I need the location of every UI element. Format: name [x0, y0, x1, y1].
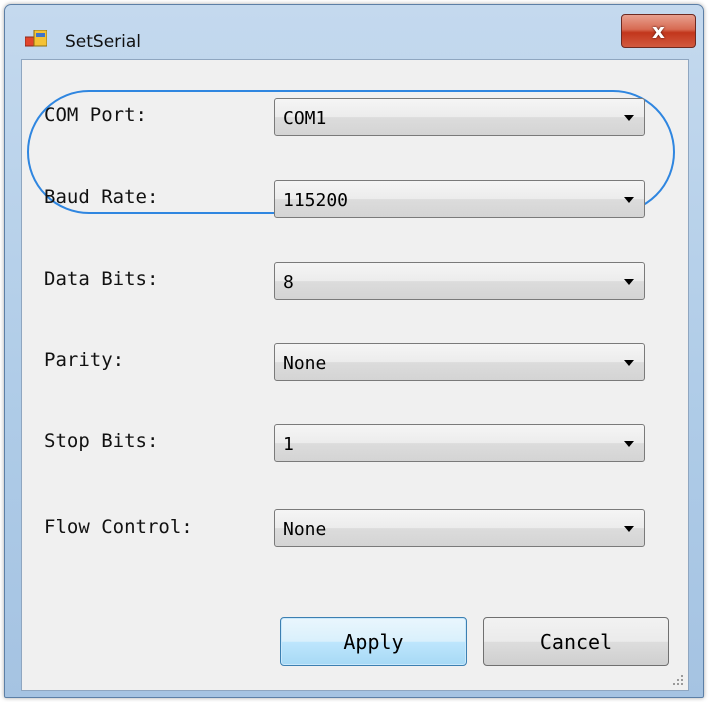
resize-grip-icon[interactable] [672, 674, 684, 686]
window-title: SetSerial [65, 32, 142, 52]
chevron-down-icon [624, 279, 634, 285]
baud-rate-select[interactable]: 115200 [274, 180, 645, 218]
cancel-button[interactable]: Cancel [483, 617, 669, 666]
flow-control-label: Flow Control: [44, 516, 193, 538]
data-bits-value: 8 [283, 272, 294, 293]
baud-rate-label: Baud Rate: [44, 186, 159, 208]
baud-rate-value: 115200 [283, 190, 349, 211]
stop-bits-select[interactable]: 1 [274, 424, 645, 462]
stop-bits-value: 1 [283, 434, 294, 455]
title-bar[interactable]: SetSerial x [5, 5, 703, 52]
chevron-down-icon [624, 526, 634, 532]
chevron-down-icon [624, 197, 634, 203]
parity-value: None [283, 353, 327, 374]
close-button[interactable]: x [621, 14, 696, 48]
com-port-select[interactable]: COM1 [274, 98, 645, 136]
dialog-client-area: COM Port: COM1 Baud Rate: 115200 Data Bi… [21, 59, 689, 691]
chevron-down-icon [624, 360, 634, 366]
com-port-value: COM1 [283, 108, 327, 129]
stop-bits-label: Stop Bits: [44, 430, 159, 452]
setserial-window: SetSerial x COM Port: COM1 Baud Rate: 11… [4, 4, 704, 698]
chevron-down-icon [624, 115, 634, 121]
close-icon: x [652, 19, 665, 43]
flow-control-value: None [283, 519, 327, 540]
parity-select[interactable]: None [274, 343, 645, 381]
flow-control-select[interactable]: None [274, 509, 645, 547]
chevron-down-icon [624, 441, 634, 447]
apply-button[interactable]: Apply [280, 617, 467, 666]
data-bits-select[interactable]: 8 [274, 262, 645, 300]
data-bits-label: Data Bits: [44, 268, 159, 290]
parity-label: Parity: [44, 349, 125, 371]
com-port-label: COM Port: [44, 104, 147, 126]
app-icon [25, 30, 47, 47]
